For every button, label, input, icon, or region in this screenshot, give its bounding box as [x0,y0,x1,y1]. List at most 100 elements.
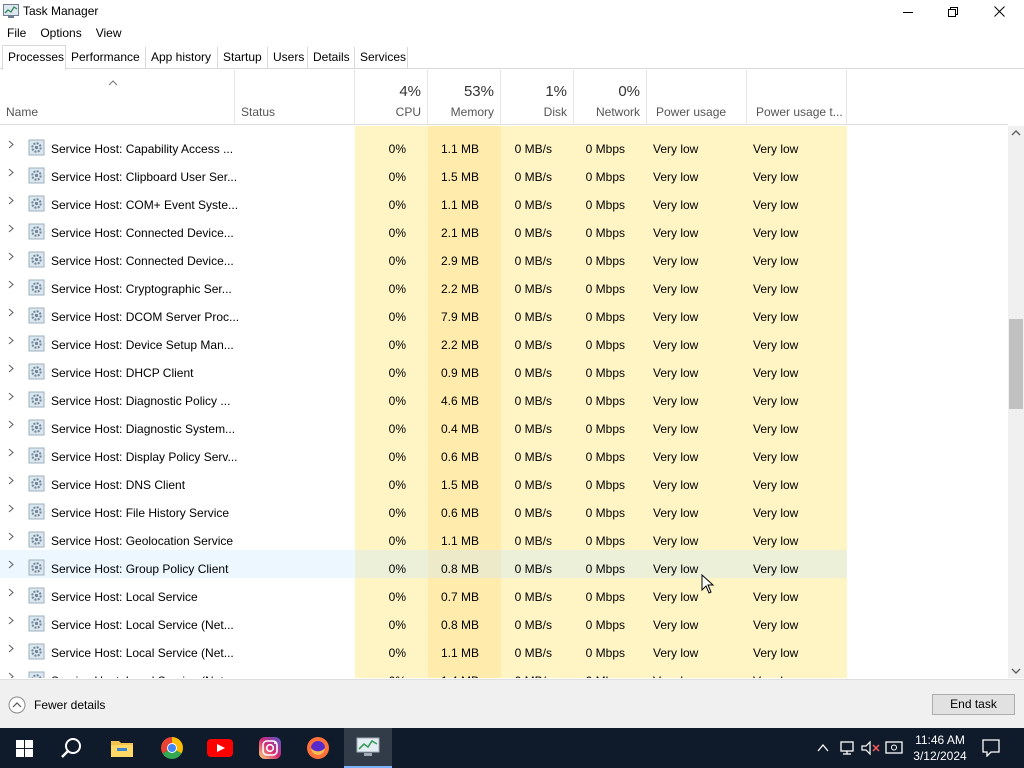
chevron-right-icon[interactable] [8,196,14,205]
power-usage-trend-cell: Very low [753,366,799,380]
tab-app-history[interactable]: App history [146,47,218,69]
notification-center-icon[interactable] [982,739,1000,757]
column-header-network[interactable]: 0% Network [574,70,647,125]
network-icon[interactable] [838,740,856,756]
chevron-right-icon[interactable] [8,476,14,485]
chevron-right-icon[interactable] [8,280,14,289]
chevron-right-icon[interactable] [8,336,14,345]
tab-startup[interactable]: Startup [218,47,268,69]
process-row[interactable]: Service Host: COM+ Event Syste... 0% 1.1 M… [0,186,1008,214]
network-cell: 0 Mbps [585,534,625,548]
process-list: Service Host: Capability Access ... 0% 1.1… [0,126,1008,678]
title-bar: Task Manager [0,0,1024,23]
column-header-power-usage-trend[interactable]: Power usage t... [747,70,847,125]
header-label: CPU [395,105,421,119]
process-row[interactable]: Service Host: Clipboard User Ser... 0% 1.5… [0,158,1008,186]
process-row[interactable]: Service Host: Group Policy Client 0% 0.8 M… [0,550,1008,578]
chevron-right-icon[interactable] [8,308,14,317]
chevron-up-icon[interactable] [817,743,829,753]
process-row[interactable]: Service Host: Local Service (Net... 0% 1.1… [0,634,1008,662]
power-usage-cell: Very low [653,478,699,492]
system-clock[interactable]: 11:46 AM 3/12/2024 [906,732,974,764]
end-task-button[interactable]: End task [932,694,1015,715]
youtube-icon[interactable] [196,728,244,768]
restore-button[interactable] [930,0,976,23]
chevron-right-icon[interactable] [8,644,14,653]
scrollbar-thumb[interactable] [1009,319,1023,409]
process-row[interactable]: Service Host: File History Service 0% 0.6 … [0,494,1008,522]
process-row[interactable]: Service Host: DHCP Client 0% 0.9 MB 0 MB/s 0… [0,354,1008,382]
gear-icon [28,335,45,352]
process-name: Service Host: Display Policy Serv... [51,450,238,464]
menu-file[interactable]: File [0,23,33,43]
firefox-icon[interactable] [294,728,342,768]
process-row[interactable]: Service Host: Connected Device... 0% 2.1 M… [0,214,1008,242]
tab-processes[interactable]: Processes [2,45,66,70]
memory-cell: 1.5 MB [440,478,479,492]
chrome-icon[interactable] [148,728,196,768]
tab-users[interactable]: Users [268,47,308,69]
search-icon[interactable] [48,728,96,768]
memory-cell: 1.1 MB [440,534,479,548]
tab-performance[interactable]: Performance [66,47,146,69]
minimize-button[interactable] [885,0,931,23]
chevron-right-icon[interactable] [8,532,14,541]
fewer-details-toggle[interactable]: Fewer details [8,696,105,714]
menu-options[interactable]: Options [33,23,88,43]
column-header-disk[interactable]: 1% Disk [501,70,574,125]
column-header-memory[interactable]: 53% Memory [428,70,501,125]
column-header-name[interactable]: Name [0,70,235,125]
chevron-right-icon[interactable] [8,588,14,597]
file-explorer-icon[interactable] [98,728,146,768]
chevron-right-icon[interactable] [8,364,14,373]
process-row[interactable]: Service Host: Diagnostic Policy ... 0% 4.6… [0,382,1008,410]
process-row[interactable]: Service Host: Connected Device... 0% 2.9 M… [0,242,1008,270]
process-name: Service Host: Capability Access ... [51,142,234,156]
column-header-power-usage[interactable]: Power usage [647,70,747,125]
disk-cell: 0 MB/s [514,618,552,632]
process-row[interactable]: Service Host: Cryptographic Ser... 0% 2.2 … [0,270,1008,298]
process-row[interactable]: Service Host: Capability Access ... 0% 1.1… [0,130,1008,158]
chevron-right-icon[interactable] [8,140,14,149]
vertical-scrollbar[interactable] [1008,126,1024,678]
process-row[interactable]: Service Host: Diagnostic System... 0% 0.4 … [0,410,1008,438]
process-row[interactable]: Service Host: DCOM Server Proc... 0% 7.9 M… [0,298,1008,326]
process-row[interactable]: Service Host: Local Service (Net... 0% 1.4… [0,662,1008,678]
display-settings-icon[interactable] [885,740,903,756]
instagram-icon[interactable] [246,728,294,768]
chevron-right-icon[interactable] [8,672,14,678]
network-cell: 0 Mbps [585,562,625,576]
power-usage-cell: Very low [653,562,699,576]
process-row[interactable]: Service Host: Local Service (Net... 0% 0.8… [0,606,1008,634]
memory-cell: 1.4 MB [441,674,479,678]
process-row[interactable]: Service Host: DNS Client 0% 1.5 MB 0 MB/s 0 … [0,466,1008,494]
chevron-right-icon[interactable] [8,224,14,233]
chevron-right-icon[interactable] [8,448,14,457]
process-row[interactable]: Service Host: Device Setup Man... 0% 2.2 M… [0,326,1008,354]
tab-details[interactable]: Details [308,47,355,69]
process-row[interactable]: Service Host: Display Policy Serv... 0% 0.… [0,438,1008,466]
scroll-up-icon[interactable] [1011,129,1021,136]
process-row[interactable]: Service Host: Local Service 0% 0.7 MB 0 MB/… [0,578,1008,606]
chevron-right-icon[interactable] [8,616,14,625]
chevron-right-icon[interactable] [8,392,14,401]
chevron-right-icon[interactable] [8,504,14,513]
gear-icon [28,419,45,436]
windows-start-icon[interactable] [0,728,48,768]
scroll-down-icon[interactable] [1011,668,1021,675]
chevron-right-icon[interactable] [8,420,14,429]
process-name: Service Host: Local Service [51,590,198,604]
chevron-right-icon[interactable] [8,168,14,177]
column-header-cpu[interactable]: 4% CPU [355,70,428,125]
chevron-right-icon[interactable] [8,560,14,569]
close-button[interactable] [976,0,1022,23]
chevron-right-icon[interactable] [8,252,14,261]
process-row[interactable]: Service Host: Geolocation Service 0% 1.1 M… [0,522,1008,550]
sort-ascending-icon [108,80,118,86]
tab-services[interactable]: Services [355,47,408,69]
gear-icon [28,307,45,324]
volume-muted-icon[interactable] [861,740,881,756]
menu-view[interactable]: View [89,23,129,43]
column-header-status[interactable]: Status [235,70,355,125]
task-manager-icon[interactable] [344,728,392,768]
